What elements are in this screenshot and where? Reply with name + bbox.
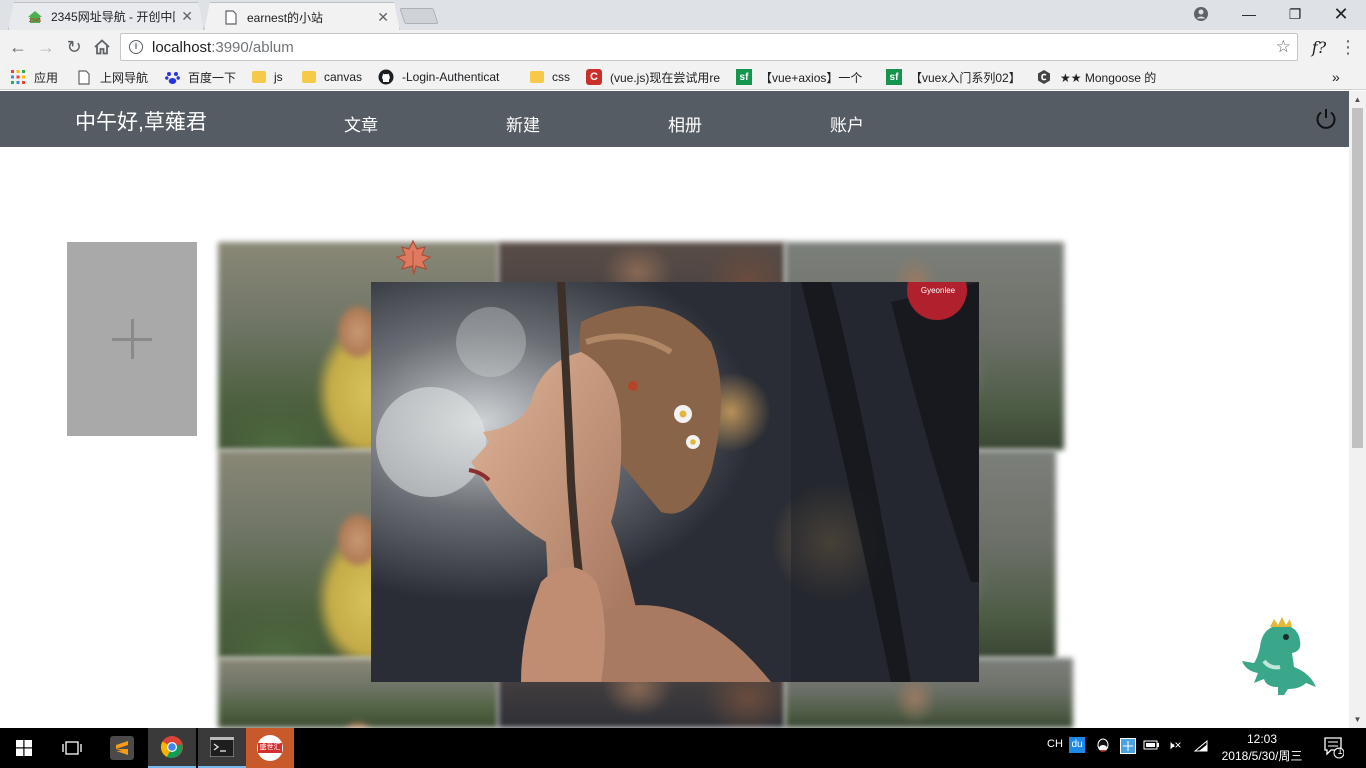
- bookmark-label: 应用: [34, 70, 59, 85]
- page-icon: [223, 9, 239, 25]
- folder-icon: [302, 71, 316, 83]
- url-path: :3990/ablum: [211, 38, 294, 56]
- bookmark-nav[interactable]: 上网导航: [76, 68, 148, 86]
- menu-icon[interactable]: ⋮: [1336, 36, 1360, 58]
- nav-album[interactable]: 相册: [668, 111, 702, 136]
- bookmarks-bar: 应用 上网导航 百度一下 js canvas -Login-Authentica…: [0, 64, 1366, 90]
- tab-strip: 2345 2345网址导航 - 开创中国 ✕ earnest的小站 ✕ — ❐ …: [0, 0, 1366, 30]
- bookmark-label: 百度一下: [188, 70, 237, 85]
- bookmark-label: 【vue+axios】一个: [760, 70, 863, 85]
- bookmark-label: ★★ Mongoose 的: [1060, 70, 1157, 85]
- extension-button[interactable]: f?: [1304, 36, 1334, 58]
- bookmark-github[interactable]: -Login-Authenticat: [378, 68, 516, 86]
- bookmark-label: 【vuex入门系列02】: [910, 70, 1021, 85]
- more-bookmarks-button[interactable]: »: [1332, 68, 1340, 86]
- clock-date: 2018/5/30/周三: [1221, 749, 1303, 763]
- clock-time: 12:03: [1246, 732, 1278, 746]
- sf-icon: sf: [736, 69, 752, 85]
- bookmark-label: css: [552, 70, 570, 84]
- bookmark-sf-2[interactable]: sf 【vuex入门系列02】: [886, 68, 1024, 86]
- bookmark-csdn[interactable]: C (vue.js)现在尝试用re: [586, 68, 724, 86]
- close-icon[interactable]: ✕: [377, 9, 389, 26]
- portrait-image: [371, 282, 979, 682]
- new-tab-button[interactable]: [399, 8, 439, 24]
- tab-2345[interactable]: 2345 2345网址导航 - 开创中国 ✕: [8, 2, 204, 30]
- folder-icon: [252, 71, 266, 83]
- bookmark-apps[interactable]: 应用: [10, 68, 58, 86]
- forward-icon[interactable]: →: [34, 36, 58, 58]
- info-icon[interactable]: i: [129, 40, 143, 54]
- photo-watermark: Gyeonlee: [920, 286, 956, 295]
- github-icon: [378, 69, 394, 85]
- photo-preview[interactable]: Gyeonlee: [371, 282, 979, 682]
- app-badge-label: 盛世汇: [258, 743, 282, 753]
- apps-grid-icon: [10, 69, 26, 85]
- sublime-text-icon[interactable]: [98, 728, 146, 768]
- folder-icon: [530, 71, 544, 83]
- baidu-paw-icon: [164, 69, 180, 85]
- bookmark-cnode[interactable]: ★★ Mongoose 的: [1036, 68, 1178, 86]
- bookmark-label: canvas: [324, 70, 363, 84]
- nav-articles[interactable]: 文章: [344, 111, 378, 136]
- nav-new[interactable]: 新建: [506, 111, 540, 136]
- reload-icon[interactable]: ↻: [62, 36, 86, 58]
- home-icon[interactable]: [90, 36, 114, 58]
- baidu-tray-icon[interactable]: du: [1069, 737, 1085, 753]
- bookmark-baidu[interactable]: 百度一下: [164, 68, 236, 86]
- qq-tray-icon[interactable]: [1096, 738, 1110, 757]
- terminal-icon[interactable]: [198, 728, 246, 768]
- battery-icon[interactable]: [1143, 739, 1161, 754]
- bookmark-label: 上网导航: [100, 70, 149, 85]
- bookmark-label: js: [274, 70, 283, 84]
- clock[interactable]: 12:03 2018/5/30/周三: [1214, 731, 1310, 765]
- task-view-icon[interactable]: [48, 728, 96, 768]
- taskbar: 盛世汇 CH du 🕨× 12:03 2018/5/30/周三 1: [0, 728, 1366, 768]
- network-tray-icon[interactable]: [1120, 738, 1136, 757]
- cnode-icon: [1036, 69, 1052, 85]
- bookmark-label: -Login-Authenticat: [402, 70, 500, 84]
- tab-title: earnest的小站: [247, 10, 324, 25]
- greeting: 中午好,草薙君: [75, 111, 207, 134]
- minimize-icon[interactable]: —: [1226, 0, 1272, 28]
- maple-leaf-icon: [395, 239, 432, 275]
- url-host: localhost: [152, 38, 212, 56]
- scroll-down-icon[interactable]: ▼: [1349, 711, 1366, 728]
- address-bar[interactable]: i localhost:3990/ablum ☆: [120, 33, 1298, 61]
- chrome-icon[interactable]: [148, 728, 196, 768]
- bookmark-folder-js[interactable]: js: [252, 68, 283, 86]
- ime-indicator[interactable]: CH: [1047, 738, 1063, 750]
- scroll-up-icon[interactable]: ▲: [1349, 91, 1366, 108]
- bookmark-sf-1[interactable]: sf 【vue+axios】一个: [736, 68, 874, 86]
- nav-account[interactable]: 账户: [830, 111, 864, 136]
- user-icon[interactable]: [1178, 0, 1224, 28]
- page-scrollbar[interactable]: ▲ ▼: [1349, 91, 1366, 728]
- close-window-icon[interactable]: ✕: [1318, 0, 1364, 28]
- restore-icon[interactable]: ❐: [1272, 0, 1318, 28]
- app-badge-icon[interactable]: 盛世汇: [246, 728, 294, 768]
- bookmark-folder-css[interactable]: css: [530, 68, 570, 86]
- tab-title: 2345网址导航 - 开创中国: [51, 10, 176, 24]
- svg-text:2345: 2345: [29, 18, 42, 24]
- wifi-icon[interactable]: [1193, 739, 1208, 755]
- dinosaur-mascot-icon[interactable]: [1240, 617, 1318, 697]
- house-icon: 2345: [27, 9, 43, 25]
- close-icon[interactable]: ✕: [181, 8, 193, 25]
- csdn-icon: C: [586, 69, 602, 85]
- bookmark-label: (vue.js)现在尝试用re: [610, 70, 721, 85]
- sf-icon: sf: [886, 69, 902, 85]
- back-icon[interactable]: ←: [6, 36, 30, 58]
- add-photo-button[interactable]: [67, 242, 197, 436]
- page-icon: [76, 69, 92, 85]
- power-icon[interactable]: [1314, 107, 1338, 131]
- tab-earnest[interactable]: earnest的小站 ✕: [204, 2, 400, 31]
- windows-start-icon[interactable]: [0, 728, 48, 768]
- site-navbar: 中午好,草薙君 文章 新建 相册 账户: [0, 91, 1349, 147]
- volume-muted-icon[interactable]: 🕨×: [1167, 738, 1182, 753]
- notification-count: 1: [1337, 746, 1343, 756]
- scrollbar-thumb[interactable]: [1352, 108, 1363, 448]
- browser-toolbar: ← → ↻ i localhost:3990/ablum ☆ f? ⋮: [0, 30, 1366, 64]
- bookmark-folder-canvas[interactable]: canvas: [302, 68, 362, 86]
- star-icon[interactable]: ☆: [1276, 37, 1291, 57]
